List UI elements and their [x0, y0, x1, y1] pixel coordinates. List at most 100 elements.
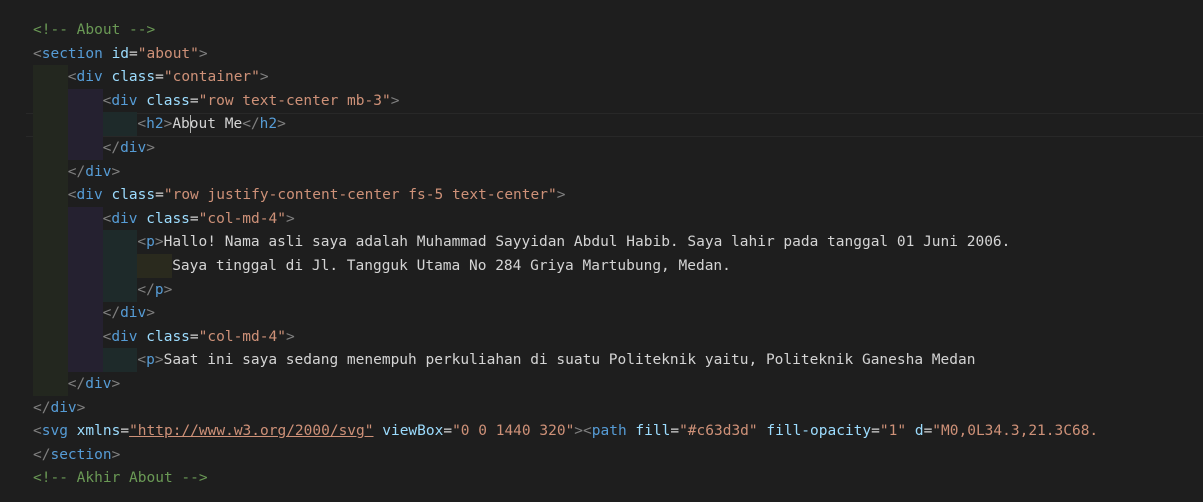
code-token: "http://www.w3.org/2000/svg"	[129, 423, 374, 440]
code-line[interactable]: </div>	[103, 136, 155, 160]
code-line[interactable]: <svg xmlns="http://www.w3.org/2000/svg" …	[33, 419, 1098, 443]
indent-guide	[67, 277, 103, 302]
code-token: "1"	[879, 423, 907, 440]
code-token: fill	[626, 423, 671, 440]
code-token: <	[67, 69, 77, 86]
code-token: "0 0 1440 320"	[452, 423, 575, 440]
code-token: "col-md-4"	[198, 328, 286, 345]
code-line[interactable]: <div class="col-md-4">	[103, 325, 295, 349]
code-line[interactable]: <div class="container">	[68, 65, 269, 89]
code-line[interactable]: <!-- About -->	[33, 18, 155, 42]
code-token: xmlns	[67, 423, 121, 440]
code-token: <	[137, 116, 147, 133]
indent-guide	[33, 88, 68, 113]
code-token: fill-opacity	[757, 423, 872, 440]
code-token: <	[583, 423, 592, 440]
code-line[interactable]: <h2>About Me</h2>	[137, 112, 286, 136]
code-token: </	[102, 140, 121, 156]
code-token: class	[137, 328, 190, 345]
code-line[interactable]: </div>	[68, 160, 120, 184]
code-token: "row justify-content-center fs-5 text-ce…	[163, 187, 557, 204]
code-editor[interactable]: <!-- About --> <section id="about"> <div c…	[0, 0, 1203, 502]
code-line[interactable]: </div>	[68, 372, 120, 396]
code-token: <!-- About -->	[33, 22, 156, 38]
indent-guide	[102, 348, 138, 373]
code-token: div	[76, 69, 103, 86]
indent-guide	[33, 301, 68, 326]
code-line[interactable]: <!-- Akhir About -->	[33, 466, 208, 490]
indent-guide	[33, 206, 68, 231]
code-token: =	[871, 423, 880, 440]
code-token: =	[120, 423, 130, 440]
code-token: >	[154, 234, 164, 251]
code-token: =	[189, 328, 199, 345]
code-line[interactable]: </p>	[137, 278, 172, 302]
code-line[interactable]: Saya tinggal di Jl. Tangguk Utama No 284…	[172, 254, 731, 278]
code-token: </	[33, 399, 51, 416]
code-token: >	[556, 187, 566, 204]
code-token: >	[111, 376, 121, 392]
code-token: svg	[41, 423, 68, 440]
code-token: out Me	[189, 116, 243, 133]
code-token: >	[146, 140, 155, 156]
code-token: </	[102, 305, 121, 322]
code-token: p	[146, 234, 155, 251]
indent-guide	[137, 254, 173, 278]
code-token: "row text-center mb-3"	[198, 92, 391, 109]
indent-guide	[33, 372, 68, 396]
indent-guide	[33, 159, 68, 184]
code-token: "M0,0L34.3,21.3C68.	[932, 423, 1099, 440]
code-token: "about"	[137, 45, 199, 62]
code-line[interactable]: </div>	[103, 301, 155, 325]
code-token: div	[50, 399, 77, 416]
code-token: =	[129, 45, 138, 62]
indent-guide	[33, 183, 68, 208]
code-token: <	[137, 352, 147, 369]
code-token: >	[198, 45, 208, 62]
indent-guide	[67, 254, 103, 278]
code-token: =	[670, 423, 680, 440]
code-token: </	[242, 116, 260, 133]
indent-guide	[67, 348, 103, 373]
indent-guide	[102, 112, 138, 137]
code-token: <	[33, 423, 42, 440]
code-token: id	[102, 45, 130, 62]
code-token: p	[154, 281, 164, 298]
code-token: class	[137, 210, 190, 227]
code-token: div	[76, 187, 103, 204]
code-token: <!-- Akhir About -->	[33, 470, 208, 487]
indent-guide	[67, 230, 103, 255]
code-token: </	[67, 163, 86, 180]
indent-guide	[67, 206, 103, 231]
code-token: >	[76, 399, 86, 416]
code-token: d	[906, 423, 924, 440]
code-token: >	[111, 446, 121, 463]
code-token: </	[33, 446, 51, 463]
code-line[interactable]: <p>Hallo! Nama asli saya adalah Muhammad…	[137, 230, 1010, 254]
code-token: >	[285, 328, 295, 345]
indent-guide	[102, 230, 138, 255]
code-line[interactable]: <p>Saat ini saya sedang menempuh perkuli…	[137, 348, 975, 372]
code-token: Hallo! Nama asli saya adalah Muhammad Sa…	[163, 234, 1011, 251]
code-token: div	[85, 163, 112, 180]
indent-guide	[33, 230, 68, 255]
code-token: h2	[259, 116, 278, 133]
code-line[interactable]: <section id="about">	[33, 42, 208, 66]
code-token: =	[189, 210, 199, 227]
code-token: =	[189, 92, 199, 109]
code-token: "col-md-4"	[198, 210, 286, 227]
code-token: >	[285, 210, 295, 227]
code-line[interactable]: </div>	[33, 396, 85, 420]
code-token: "container"	[163, 69, 260, 86]
code-token: p	[146, 352, 155, 369]
code-line[interactable]: </section>	[33, 443, 120, 467]
code-line[interactable]: <div class="col-md-4">	[103, 207, 295, 231]
code-line[interactable]: <div class="row justify-content-center f…	[68, 183, 566, 207]
indent-guide	[67, 88, 103, 113]
code-line[interactable]: <div class="row text-center mb-3">	[103, 89, 400, 113]
code-token: Ab	[172, 116, 190, 133]
code-token: =	[155, 69, 164, 86]
code-token: <	[67, 187, 77, 204]
code-token: =	[923, 423, 933, 440]
code-token: >	[259, 69, 269, 86]
